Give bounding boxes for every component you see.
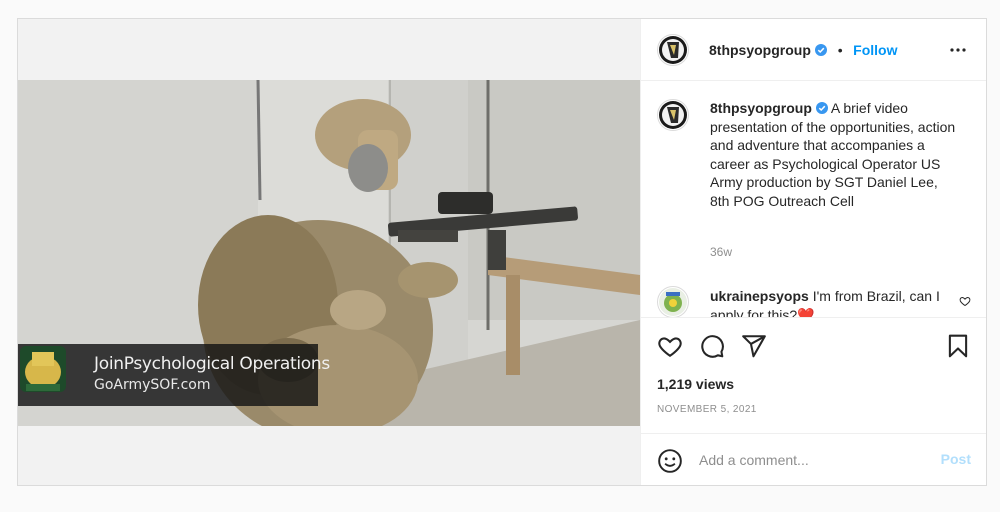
more-options-icon[interactable] — [949, 41, 967, 59]
comment-icon[interactable] — [699, 333, 725, 359]
comment-username[interactable]: ukrainepsyops — [710, 288, 809, 304]
avatar[interactable] — [657, 34, 689, 66]
post-comment-button[interactable]: Post — [941, 451, 971, 467]
add-comment-bar: Post — [641, 433, 986, 485]
comment-item: ukrainepsyops I'm from Brazil, can I app… — [710, 287, 950, 317]
header-username[interactable]: 8thpsyopgroup — [709, 42, 811, 58]
header-account: 8thpsyopgroup • Follow — [709, 42, 897, 60]
caption: 8thpsyopgroup A brief video presentation… — [710, 99, 960, 210]
caption-avatar[interactable] — [657, 99, 689, 131]
commenter-avatar[interactable] — [657, 286, 689, 317]
media-area: JoinPsychological Operations GoArmySOF.c… — [18, 19, 640, 485]
comment-input[interactable] — [699, 448, 919, 472]
psyop-logo-icon — [659, 36, 687, 64]
follow-button[interactable]: Follow — [853, 42, 897, 58]
psyop-badge-icon — [20, 346, 66, 392]
header-separator: • — [837, 42, 843, 58]
video-player[interactable]: JoinPsychological Operations GoArmySOF.c… — [18, 80, 640, 426]
caption-age[interactable]: 36w — [710, 245, 732, 259]
post-sidebar: 8thpsyopgroup • Follow 8thpsyopgroup A b… — [640, 19, 986, 485]
comment-like-icon[interactable] — [959, 295, 971, 307]
overlay-url: GoArmySOF.com — [94, 377, 211, 393]
verified-badge-icon — [815, 44, 828, 56]
ukraine-psyops-logo-icon — [659, 288, 687, 316]
caption-username[interactable]: 8thpsyopgroup — [710, 100, 812, 116]
emoji-icon[interactable] — [657, 448, 683, 474]
bookmark-icon[interactable] — [945, 333, 971, 359]
view-count[interactable]: 1,219 views — [657, 376, 734, 392]
verified-badge-icon — [815, 102, 828, 114]
psyop-logo-icon — [659, 101, 687, 129]
comments-section[interactable]: 8thpsyopgroup A brief video presentation… — [641, 81, 986, 318]
heart-icon[interactable] — [657, 333, 683, 359]
caption-text: A brief video presentation of the opport… — [710, 100, 956, 209]
overlay-title: JoinPsychological Operations — [94, 354, 330, 374]
video-overlay-banner: JoinPsychological Operations GoArmySOF.c… — [18, 344, 330, 406]
instagram-post: JoinPsychological Operations GoArmySOF.c… — [17, 18, 987, 486]
share-icon[interactable] — [741, 333, 767, 359]
post-header: 8thpsyopgroup • Follow — [641, 19, 986, 81]
post-date[interactable]: NOVEMBER 5, 2021 — [657, 404, 757, 415]
